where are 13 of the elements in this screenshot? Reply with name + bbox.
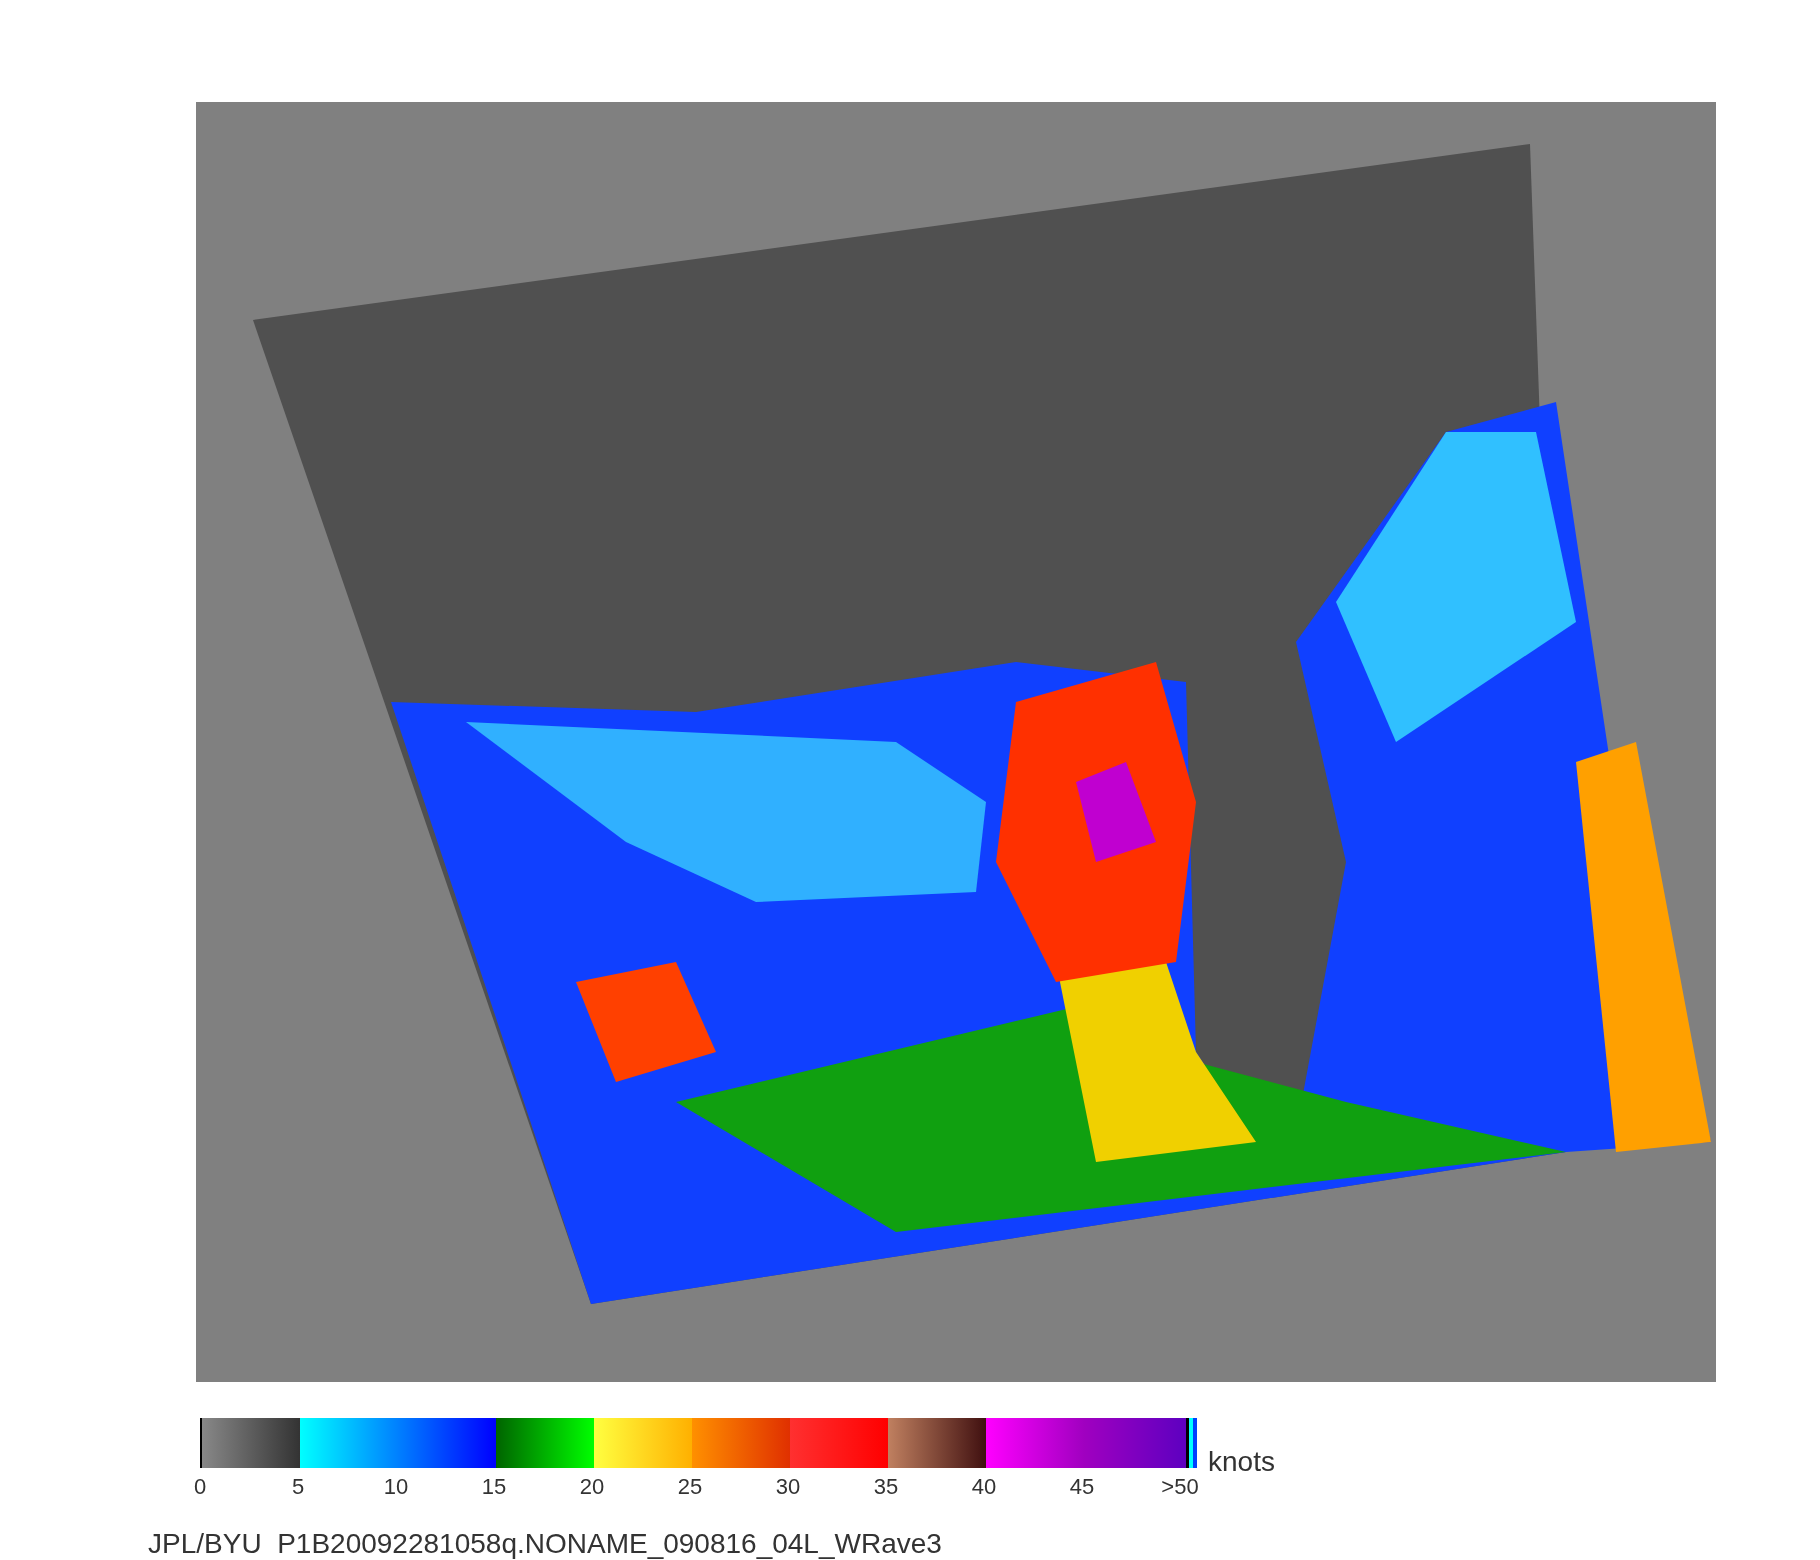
tick-label: 0 [193, 1473, 207, 1501]
tick-label: 10 [383, 1473, 409, 1501]
caption: JPL/BYU P1B20092281058q.NONAME_090816_04L_WRave3 [148, 1528, 942, 1559]
tick-label: 25 [677, 1473, 703, 1501]
tick-label: 45 [1069, 1473, 1095, 1501]
tick-label: 15 [481, 1473, 507, 1501]
tick-label: 5 [291, 1473, 305, 1501]
tick-label: 20 [579, 1473, 605, 1501]
tick-label: 40 [971, 1473, 997, 1501]
unit-label: knots [1208, 1448, 1275, 1476]
tick-label: >50 [1161, 1473, 1199, 1501]
tick-label: 30 [775, 1473, 801, 1501]
tick-label: 35 [873, 1473, 899, 1501]
